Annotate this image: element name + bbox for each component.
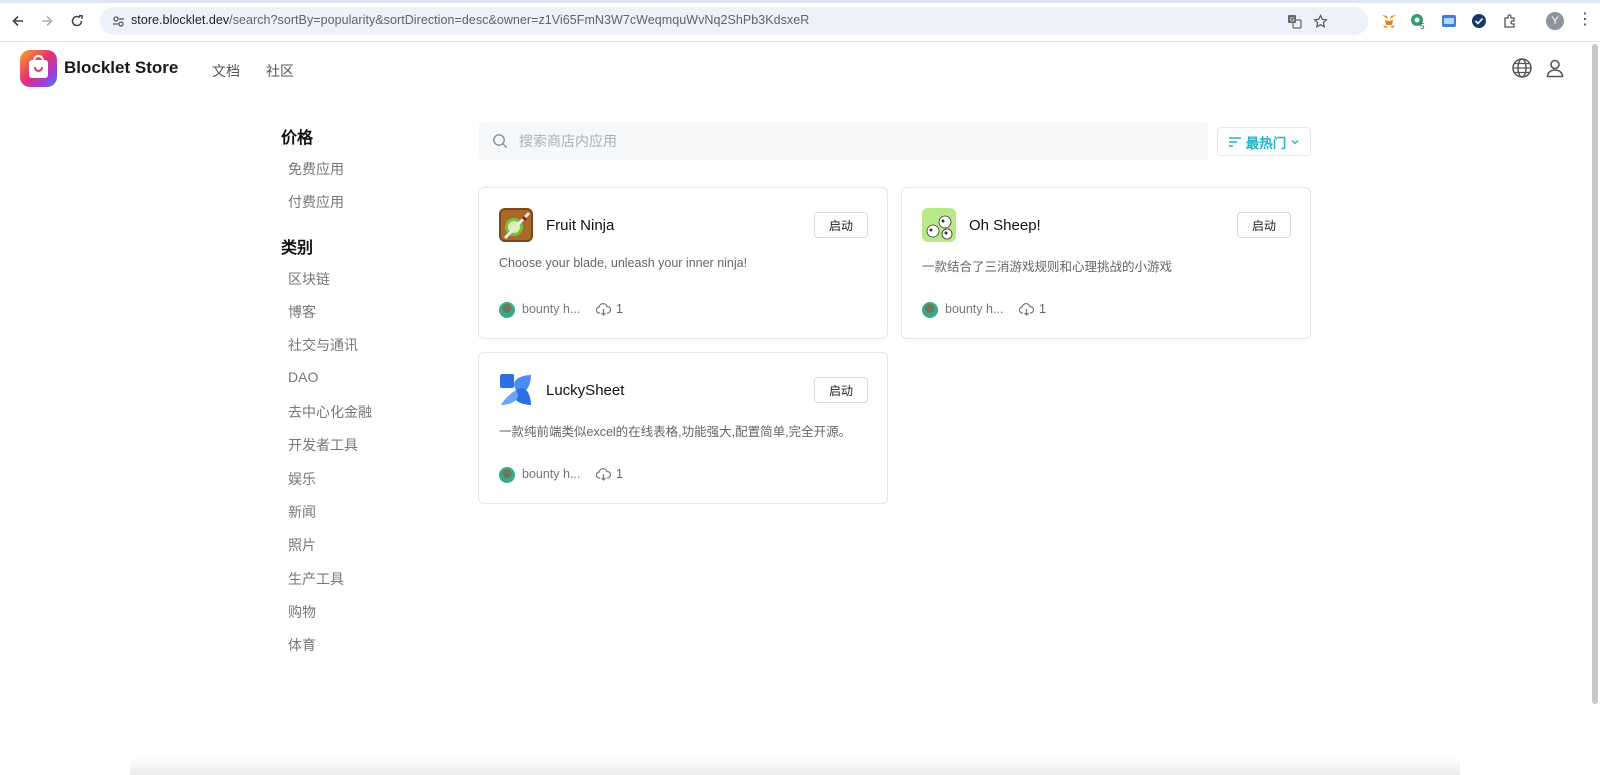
bookmark-star-icon[interactable] bbox=[1312, 13, 1328, 29]
category-productivity[interactable]: 生产工具 bbox=[288, 569, 344, 589]
profile-initial: Y bbox=[1551, 15, 1559, 27]
luckysheet-icon bbox=[499, 373, 533, 407]
download-count: 1 bbox=[616, 467, 623, 481]
url-text[interactable]: store.blocklet.dev/search?sortBy=popular… bbox=[131, 13, 809, 27]
sheep-icon bbox=[922, 208, 956, 242]
tab-strip-edge bbox=[0, 0, 1600, 3]
nav-docs[interactable]: 文档 bbox=[212, 61, 240, 81]
category-dao[interactable]: DAO bbox=[288, 369, 318, 385]
launch-button[interactable]: 启动 bbox=[1237, 212, 1291, 238]
search-box bbox=[479, 122, 1208, 160]
browser-menu-icon[interactable]: ⋮ bbox=[1577, 12, 1593, 30]
nav-community[interactable]: 社区 bbox=[266, 61, 294, 81]
category-shopping[interactable]: 购物 bbox=[288, 602, 316, 622]
category-heading: 类别 bbox=[281, 240, 314, 257]
app-title[interactable]: Fruit Ninja bbox=[546, 217, 614, 234]
address-bar[interactable]: store.blocklet.dev/search?sortBy=popular… bbox=[100, 7, 1368, 35]
app-card-footer: bounty h... 1 bbox=[922, 301, 1222, 319]
blocklet-store-logo[interactable] bbox=[20, 50, 57, 87]
fruit-ninja-icon bbox=[499, 208, 533, 242]
bottom-shadow bbox=[130, 757, 1460, 775]
author-avatar[interactable] bbox=[922, 302, 938, 318]
category-blog[interactable]: 博客 bbox=[288, 302, 316, 322]
app-card[interactable]: Fruit Ninja 启动 Choose your blade, unleas… bbox=[478, 187, 888, 339]
download-icon bbox=[595, 467, 612, 482]
site-info-icon[interactable] bbox=[110, 13, 126, 29]
category-blockchain[interactable]: 区块链 bbox=[288, 269, 330, 289]
puzzle-extensions-icon[interactable] bbox=[1501, 12, 1519, 30]
app-card-footer: bounty h... 1 bbox=[499, 466, 799, 484]
globe-language-icon[interactable] bbox=[1511, 57, 1533, 79]
app-card[interactable]: Oh Sheep! 启动 一款结合了三消游戏规则和心理挑战的小游戏 bounty… bbox=[901, 187, 1311, 339]
price-heading: 价格 bbox=[281, 130, 314, 147]
check-extension-icon[interactable] bbox=[1470, 12, 1488, 30]
blue-window-extension-icon[interactable] bbox=[1440, 12, 1458, 30]
category-photos[interactable]: 照片 bbox=[288, 535, 316, 555]
app-description: 一款纯前端类似excel的在线表格,功能强大,配置简单,完全开源。 bbox=[499, 425, 852, 439]
sort-dropdown[interactable]: 最热门 bbox=[1217, 127, 1311, 156]
url-host: store.blocklet.dev bbox=[131, 13, 230, 27]
profile-avatar[interactable]: Y bbox=[1546, 12, 1564, 30]
category-news[interactable]: 新闻 bbox=[288, 502, 316, 522]
category-entertainment[interactable]: 娱乐 bbox=[288, 469, 316, 489]
search-input[interactable] bbox=[519, 122, 1189, 160]
browser-toolbar: store.blocklet.dev/search?sortBy=popular… bbox=[0, 0, 1600, 42]
author-name[interactable]: bounty h... bbox=[945, 302, 1003, 316]
filter-free-apps[interactable]: 免费应用 bbox=[288, 159, 344, 179]
search-icon bbox=[492, 133, 508, 149]
reload-icon[interactable] bbox=[67, 11, 87, 31]
sort-lines-icon bbox=[1228, 136, 1241, 147]
category-defi[interactable]: 去中心化金融 bbox=[288, 402, 372, 422]
back-icon[interactable] bbox=[8, 11, 28, 31]
app-header: Blocklet Store 文档 社区 bbox=[0, 42, 1600, 94]
url-path: /search?sortBy=popularity&sortDirection=… bbox=[229, 13, 810, 27]
forward-icon[interactable] bbox=[37, 11, 57, 31]
app-card[interactable]: LuckySheet 启动 一款纯前端类似excel的在线表格,功能强大,配置简… bbox=[478, 352, 888, 504]
category-dev-tools[interactable]: 开发者工具 bbox=[288, 435, 358, 455]
chevron-down-icon bbox=[1291, 139, 1299, 144]
category-social[interactable]: 社交与通讯 bbox=[288, 335, 358, 355]
brand-name[interactable]: Blocklet Store bbox=[64, 58, 178, 78]
author-name[interactable]: bounty h... bbox=[522, 467, 580, 481]
metamask-extension-icon[interactable] bbox=[1380, 12, 1398, 30]
page-scrollbar[interactable] bbox=[1592, 44, 1598, 704]
app-title[interactable]: LuckySheet bbox=[546, 382, 624, 399]
app-description: Choose your blade, unleash your inner ni… bbox=[499, 256, 748, 270]
filter-paid-apps[interactable]: 付费应用 bbox=[288, 192, 344, 212]
extension-badge: 5 bbox=[1420, 22, 1425, 31]
author-avatar[interactable] bbox=[499, 302, 515, 318]
app-description: 一款结合了三消游戏规则和心理挑战的小游戏 bbox=[922, 260, 1173, 274]
sort-label: 最热门 bbox=[1245, 135, 1287, 151]
app-title[interactable]: Oh Sheep! bbox=[969, 217, 1041, 234]
download-count: 1 bbox=[616, 302, 623, 316]
translate-icon[interactable]: G bbox=[1286, 13, 1302, 29]
download-icon bbox=[1018, 302, 1035, 317]
author-name[interactable]: bounty h... bbox=[522, 302, 580, 316]
launch-button[interactable]: 启动 bbox=[814, 212, 868, 238]
launch-button[interactable]: 启动 bbox=[814, 377, 868, 403]
category-sports[interactable]: 体育 bbox=[288, 635, 316, 655]
svg-text:G: G bbox=[1290, 16, 1295, 23]
author-avatar[interactable] bbox=[499, 467, 515, 483]
download-count: 1 bbox=[1039, 302, 1046, 316]
user-icon[interactable] bbox=[1544, 57, 1566, 79]
green-extension-icon[interactable]: 5 bbox=[1409, 12, 1427, 31]
download-icon bbox=[595, 302, 612, 317]
app-card-footer: bounty h... 1 bbox=[499, 301, 799, 319]
